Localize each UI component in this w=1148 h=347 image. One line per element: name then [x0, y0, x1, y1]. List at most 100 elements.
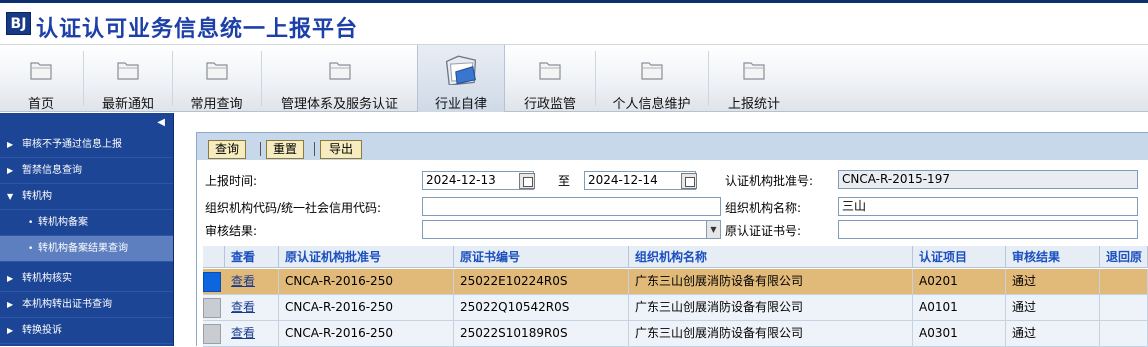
column-header-return[interactable]: 退回原	[1100, 246, 1148, 268]
toolbar-item-home[interactable]: 首页	[0, 45, 82, 112]
main-content: 查询 重置 导出 上报时间: 2024-12-13 至 2024-12-14 认…	[196, 132, 1148, 347]
cell-result: 通过	[1006, 321, 1100, 346]
date-to-input[interactable]: 2024-12-14	[584, 171, 696, 190]
column-header-orig-approval[interactable]: 原认证机构批准号	[279, 246, 454, 268]
column-header-project[interactable]: 认证项目	[913, 246, 1006, 268]
cell-org-name: 广东三山创展消防设备有限公司	[629, 321, 913, 346]
export-button[interactable]: 导出	[320, 140, 362, 159]
table-row[interactable]: 查看 CNCA-R-2016-250 25022E10224R0S 广东三山创展…	[203, 269, 1148, 295]
cell-return	[1100, 295, 1148, 320]
toolbar-item-common-query[interactable]: 常用查询	[173, 45, 260, 112]
results-table: 查看 原认证机构批准号 原证书编号 组织机构名称 认证项目 审核结果 退回原 查…	[203, 246, 1148, 347]
toolbar-item-label: 行政监管	[523, 97, 576, 112]
folder-icon	[328, 62, 351, 80]
review-result-select[interactable]: ▼	[422, 220, 721, 239]
sidebar-item-suspension-query[interactable]: ▶ 暂禁信息查询	[0, 158, 173, 184]
cell-orig-approval: CNCA-R-2016-250	[279, 321, 454, 346]
approval-no-label: 认证机构批准号:	[725, 174, 814, 188]
toolbar-item-label: 首页	[27, 97, 54, 112]
org-code-input[interactable]	[422, 197, 721, 216]
sidebar-item-label: 转机构备案	[38, 217, 88, 228]
org-name-input[interactable]: 三山	[838, 197, 1138, 216]
cell-project: A0301	[913, 321, 1006, 346]
folder-icon	[30, 62, 52, 80]
chevron-down-icon: ▼	[706, 221, 720, 238]
sidebar-item-transfer-complaint[interactable]: ▶ 转换投诉	[0, 318, 173, 344]
app-title: 认证认可业务信息统一上报平台	[36, 17, 359, 42]
table-row[interactable]: 查看 CNCA-R-2016-250 25022Q10542R0S 广东三山创展…	[203, 295, 1148, 321]
expand-arrow-icon: ▶	[7, 140, 14, 149]
reset-button[interactable]: 重置	[266, 140, 304, 159]
collapse-sidebar-icon[interactable]: ◀	[157, 117, 165, 128]
toolbar-item-admin-supervision[interactable]: 行政监管	[506, 45, 594, 112]
org-code-label: 组织机构代码/统一社会信用代码:	[205, 201, 382, 215]
button-divider	[260, 142, 261, 156]
sidebar-item-label: 暂禁信息查询	[22, 165, 82, 176]
button-divider	[314, 142, 315, 156]
view-link[interactable]: 查看	[225, 269, 279, 294]
sidebar-item-label: 转机构备案结果查询	[38, 243, 128, 254]
row-marker-header	[203, 246, 225, 268]
column-header-org-name[interactable]: 组织机构名称	[629, 246, 913, 268]
sidebar-item-transfer-filing-result[interactable]: • 转机构备案结果查询	[0, 236, 173, 262]
cell-orig-cert: 25022E10224R0S	[454, 269, 629, 294]
sidebar-item-reject-report[interactable]: ▶ 审核不予通过信息上报	[0, 132, 173, 158]
cell-orig-cert: 25022Q10542R0S	[454, 295, 629, 320]
calendar-icon[interactable]	[519, 173, 535, 189]
toolbar-item-label: 个人信息维护	[612, 97, 691, 112]
expand-arrow-icon: ▶	[7, 300, 14, 309]
collapse-arrow-icon: ▼	[7, 192, 14, 201]
sidebar-item-transfer-filing[interactable]: • 转机构备案	[0, 210, 173, 236]
cell-result: 通过	[1006, 295, 1100, 320]
expand-arrow-icon: ▶	[7, 326, 14, 335]
expand-arrow-icon: ▶	[7, 166, 14, 175]
row-selector[interactable]	[203, 324, 221, 344]
cell-org-name: 广东三山创展消防设备有限公司	[629, 269, 913, 294]
toolbar-item-notices[interactable]: 最新通知	[84, 45, 172, 112]
app-logo: BJ	[6, 12, 31, 35]
table-row[interactable]: 查看 CNCA-R-2016-250 25022S10189R0S 广东三山创展…	[203, 321, 1148, 347]
cell-project: A0201	[913, 269, 1006, 294]
folder-icon	[117, 62, 139, 80]
sidebar-item-outgoing-cert-query[interactable]: ▶ 本机构转出证书查询	[0, 292, 173, 318]
sidebar-item-label: 转机构核实	[22, 273, 72, 284]
sidebar-item-transfer[interactable]: ▼ 转机构	[0, 184, 173, 210]
sidebar-item-label: 本机构转出证书查询	[22, 299, 112, 310]
sidebar-item-transfer-verify[interactable]: ▶ 转机构核实	[0, 266, 173, 292]
toolbar-item-industry-self-discipline[interactable]: 行业自律	[417, 45, 505, 112]
action-bar: 查询 重置 导出	[197, 133, 1148, 160]
query-button[interactable]: 查询	[208, 140, 246, 159]
orig-cert-input[interactable]	[838, 220, 1138, 239]
expand-arrow-icon: ▶	[7, 274, 14, 283]
open-folder-icon	[445, 55, 477, 85]
toolbar-item-personal-info[interactable]: 个人信息维护	[596, 45, 707, 112]
sidebar-item-label: 转机构	[22, 191, 52, 202]
toolbar-item-management-system[interactable]: 管理体系及服务认证	[262, 45, 417, 112]
toolbar-item-label: 管理体系及服务认证	[280, 97, 398, 112]
cell-project: A0101	[913, 295, 1006, 320]
toolbar-item-label: 常用查询	[190, 97, 243, 112]
app-header: BJ 认证认可业务信息统一上报平台	[0, 0, 1148, 44]
date-to-label: 至	[558, 174, 571, 188]
sidebar-item-label: 审核不予通过信息上报	[22, 139, 122, 150]
main-toolbar: 首页 最新通知 常用查询 管理体系及服务认证 行业自律 行政监管 个人信息维护 …	[0, 44, 1148, 112]
approval-no-field: CNCA-R-2015-197	[838, 170, 1138, 189]
view-link[interactable]: 查看	[225, 295, 279, 320]
view-link[interactable]: 查看	[225, 321, 279, 346]
date-from-input[interactable]: 2024-12-13	[422, 171, 534, 190]
folder-icon	[640, 62, 663, 80]
toolbar-item-report-stats[interactable]: 上报统计	[709, 45, 799, 112]
orig-cert-label: 原认证证书号:	[725, 224, 802, 238]
row-selector[interactable]	[203, 272, 221, 292]
bullet-icon: •	[28, 244, 34, 254]
column-header-orig-cert[interactable]: 原证书编号	[454, 246, 629, 268]
column-header-result[interactable]: 审核结果	[1006, 246, 1100, 268]
row-selector[interactable]	[203, 298, 221, 318]
calendar-icon[interactable]	[681, 173, 697, 189]
toolbar-item-label: 上报统计	[727, 97, 780, 112]
toolbar-item-label: 行业自律	[434, 97, 487, 112]
bullet-icon: •	[28, 218, 34, 228]
report-time-label: 上报时间:	[205, 174, 258, 188]
column-header-view[interactable]: 查看	[225, 246, 279, 268]
cell-orig-cert: 25022S10189R0S	[454, 321, 629, 346]
